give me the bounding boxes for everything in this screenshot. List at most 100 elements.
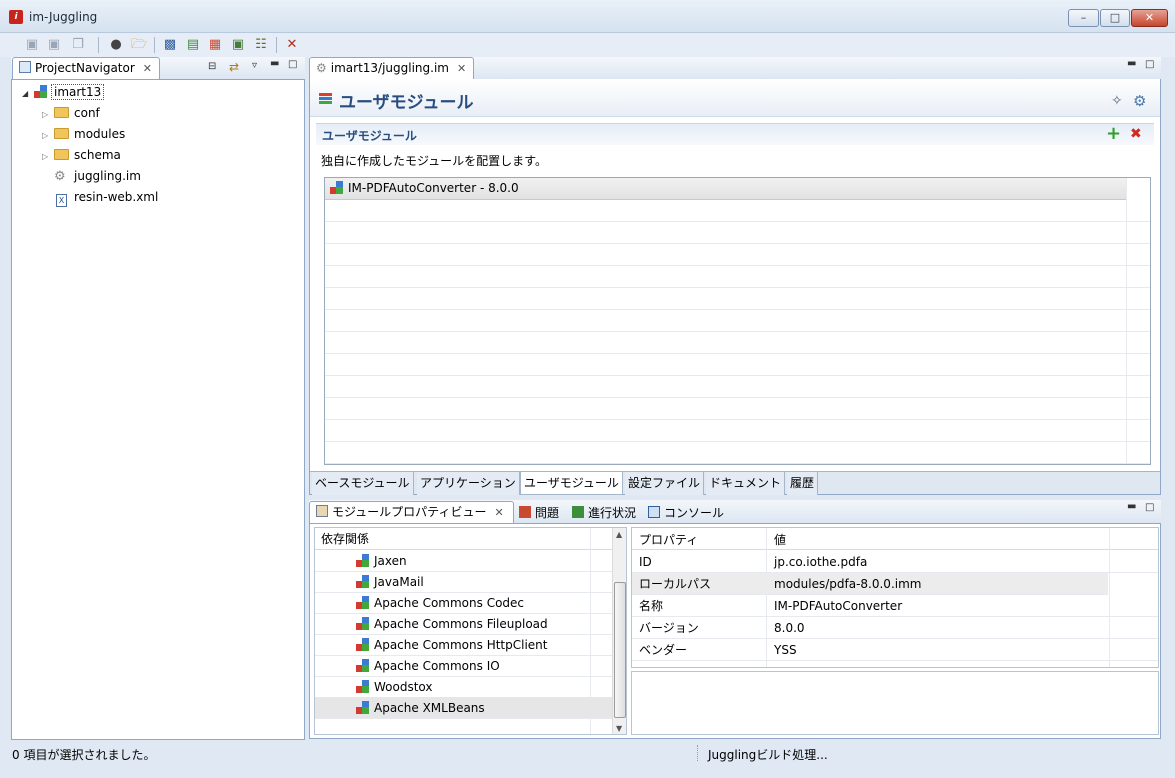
tree-item-resin[interactable]: Xresin-web.xml [54,187,158,208]
wand-icon[interactable]: ✧ [1111,93,1123,109]
tree-root[interactable]: ◢ imart13 [22,82,105,104]
empty-row [325,222,1150,244]
server-icon[interactable]: ● [107,36,125,54]
close-tab-icon[interactable]: ✕ [457,62,466,75]
report-icon[interactable]: ▦ [206,36,224,54]
tab-applications[interactable]: アプリケーション [417,472,520,495]
dependency-name: Apache XMLBeans [374,701,485,715]
properties-icon [316,505,328,517]
view-menu-icon[interactable]: ▿ [252,60,257,71]
minimize-view-icon[interactable]: ▬ [1127,58,1136,69]
empty-row [325,354,1150,376]
tab-progress[interactable]: 進行状況 [572,504,636,521]
tree-icon[interactable]: ☷ [252,36,270,54]
collapsed-arrow-icon[interactable]: ▷ [42,125,54,146]
maximize-view-icon[interactable]: □ [1145,502,1154,513]
tab-module-properties[interactable]: モジュールプロパティビュー ✕ [309,501,514,523]
tree-item-modules[interactable]: ▷ modules [42,124,125,145]
add-module-button[interactable]: + [1106,124,1121,144]
table-row[interactable]: ID jp.co.iothe.pdfa [632,551,1158,573]
dependency-name: JavaMail [374,575,424,589]
close-tab-icon[interactable]: ✕ [494,506,503,519]
progress-icon [572,506,584,518]
tab-projectnavigator[interactable]: ProjectNavigator ✕ [12,57,160,79]
minimize-button[interactable]: – [1068,9,1099,27]
collapse-all-icon[interactable]: ⊟ [208,61,216,72]
tab-history[interactable]: 履歴 [787,472,819,495]
module-name: IM-PDFAutoConverter - 8.0.0 [348,181,519,195]
list-item[interactable]: Apache Commons Fileupload [315,613,612,635]
open-folder-icon[interactable]: 🗁 [130,36,148,54]
list-item[interactable]: Woodstox [315,676,612,698]
close-window-button[interactable]: ✕ [1131,9,1168,27]
monitor-icon[interactable]: ▩ [161,36,179,54]
empty-row [325,244,1150,266]
tree-item-juggling[interactable]: ⚙ juggling.im [54,166,141,187]
collapsed-arrow-icon[interactable]: ▷ [42,146,54,167]
scroll-down-icon[interactable]: ▼ [616,724,622,733]
maximize-button[interactable]: □ [1100,9,1130,27]
project-icon [34,85,47,98]
list-item[interactable]: Apache Commons HttpClient [315,634,612,656]
tree-item-label: conf [74,106,100,120]
editor-panel: ユーザモジュール ✧ ⚙ ユーザモジュール + ✖ 独自に作成したモジュールを配… [309,79,1161,495]
property-value: modules/pdfa-8.0.0.imm [774,577,922,591]
list-item[interactable]: IM-PDFAutoConverter - 8.0.0 [325,178,1126,200]
value-column-header: 値 [774,533,787,547]
navigator-tabbar: ProjectNavigator ✕ ⊟ ⇄ ▿ ▬ □ [11,57,305,79]
tree-item-schema[interactable]: ▷ schema [42,145,121,166]
bottom-panel: 依存関係 Jaxen JavaMail Apache Commons Codec… [309,523,1161,739]
tools-icon[interactable]: ✕ [283,36,301,54]
tab-problems[interactable]: 問題 [519,504,559,521]
tab-user-modules[interactable]: ユーザモジュール [520,472,623,495]
list-item[interactable]: Apache Commons Codec [315,592,612,614]
save-as-icon[interactable]: ▣ [45,36,63,54]
tab-documents[interactable]: ドキュメント [706,472,786,495]
tab-label: 問題 [535,506,560,520]
dependency-name: Jaxen [374,554,407,568]
table-row[interactable]: ローカルパス modules/pdfa-8.0.0.imm [632,573,1108,595]
app-logo-icon: i [9,10,23,24]
page-title: ユーザモジュール [339,93,474,113]
dependency-name: Apache Commons HttpClient [374,638,548,652]
tab-label: コンソール [664,506,725,520]
folder-icon [54,149,69,160]
list-item[interactable]: Jaxen [315,550,612,572]
tab-console[interactable]: コンソール [648,504,724,521]
property-key: 名称 [639,599,664,613]
tab-juggling-im[interactable]: ⚙ imart13/juggling.im ✕ [309,57,474,79]
settings-icon[interactable]: ⚙ [1133,92,1146,110]
list-item-selected[interactable]: Apache XMLBeans [315,697,612,719]
vertical-scrollbar[interactable]: ▲ ▼ [612,528,626,734]
maximize-view-icon[interactable]: □ [288,59,297,70]
property-key: ベンダー [639,643,688,657]
maximize-view-icon[interactable]: □ [1145,59,1154,70]
close-tab-icon[interactable]: ✕ [143,62,152,75]
tree-item-conf[interactable]: ▷ conf [42,103,100,124]
save-all-icon[interactable]: ❐ [69,36,87,54]
expanded-arrow-icon[interactable]: ◢ [22,83,34,104]
status-divider [697,745,698,761]
remove-module-button[interactable]: ✖ [1130,126,1142,142]
tab-config-files[interactable]: 設定ファイル [625,472,705,495]
navigator-icon [19,61,31,73]
property-key: ローカルパス [639,577,712,591]
table-row[interactable]: バージョン 8.0.0 [632,617,1158,639]
collapsed-arrow-icon[interactable]: ▷ [42,104,54,125]
table-row[interactable]: 名称 IM-PDFAutoConverter [632,595,1158,617]
window-title: im-Juggling [29,10,98,24]
property-value: IM-PDFAutoConverter [774,599,903,613]
scrollbar-thumb[interactable] [614,582,626,718]
list-item[interactable]: Apache Commons IO [315,655,612,677]
table-row[interactable]: ベンダー YSS [632,639,1158,661]
tab-base-modules[interactable]: ベースモジュール [312,472,414,495]
image-icon[interactable]: ▣ [229,36,247,54]
scroll-up-icon[interactable]: ▲ [616,530,622,539]
link-editor-icon[interactable]: ⇄ [229,60,239,74]
module-icon [356,554,369,567]
minimize-view-icon[interactable]: ▬ [270,58,279,69]
minimize-view-icon[interactable]: ▬ [1127,501,1136,512]
add-icon[interactable]: ▤ [184,36,202,54]
save-icon[interactable]: ▣ [23,36,41,54]
list-item[interactable]: JavaMail [315,571,612,593]
